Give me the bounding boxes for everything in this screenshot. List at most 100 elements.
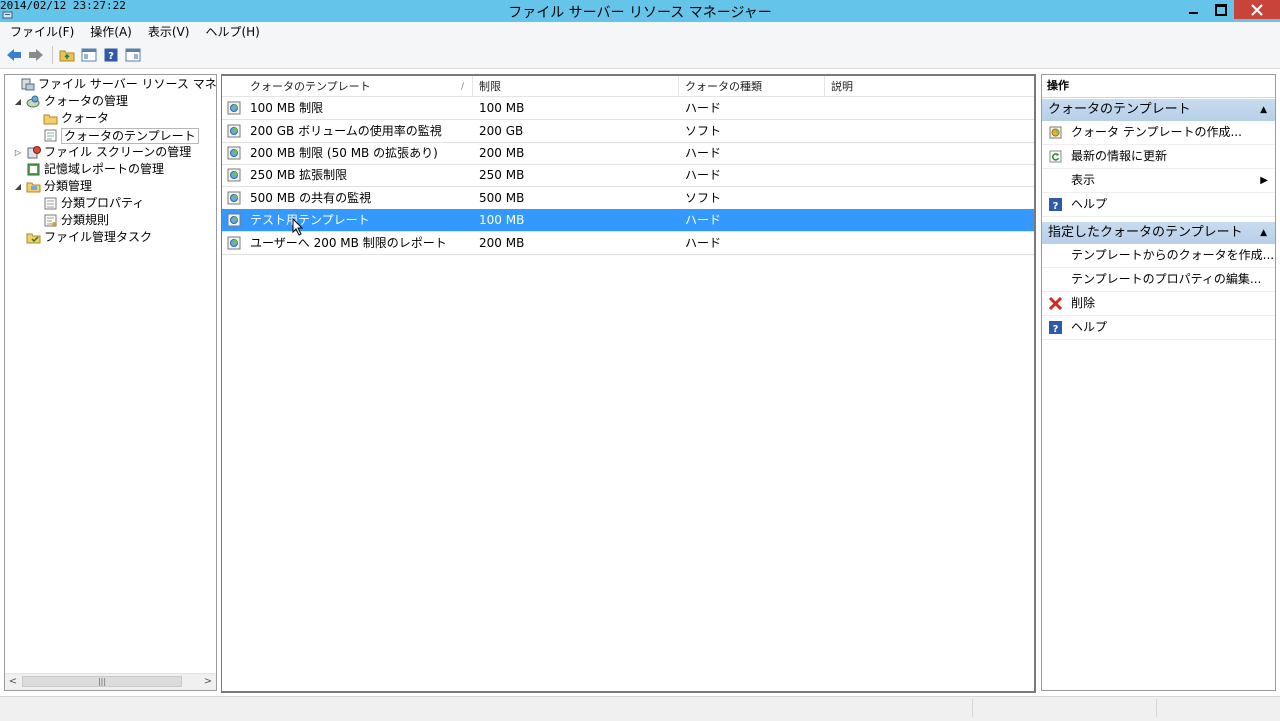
action-delete[interactable]: 削除 xyxy=(1042,292,1275,316)
template-type: ハード xyxy=(685,236,722,250)
tree-file-screen-label: ファイル スクリーンの管理 xyxy=(44,145,192,159)
scroll-left-icon[interactable]: < xyxy=(5,674,21,690)
tree-storage-reports[interactable]: 記憶域レポートの管理 xyxy=(13,161,164,178)
horizontal-scrollbar[interactable]: < ||| > xyxy=(5,673,216,690)
minimize-button[interactable] xyxy=(1180,0,1207,19)
actions-section-title: 指定したクォータのテンプレート xyxy=(1048,225,1243,240)
template-name: 200 MB 制限 (50 MB の拡張あり) xyxy=(250,146,438,160)
actions-section-selected-template[interactable]: 指定したクォータのテンプレート ▲ xyxy=(1042,221,1275,244)
window-title: ファイル サーバー リソース マネージャー xyxy=(508,5,772,21)
tree-file-management-tasks[interactable]: ファイル管理タスク xyxy=(13,229,152,246)
svg-text:?: ? xyxy=(1053,201,1059,212)
show-hide-tree-button[interactable] xyxy=(79,45,99,65)
action-label: 表示 xyxy=(1071,173,1096,187)
up-folder-button[interactable] xyxy=(57,45,77,65)
template-limit: 100 MB xyxy=(479,213,525,227)
close-button[interactable] xyxy=(1234,0,1280,19)
action-pane-button[interactable] xyxy=(123,45,143,65)
action-help-selected[interactable]: ? ヘルプ xyxy=(1042,316,1275,340)
submenu-arrow-icon: ▶ xyxy=(1260,175,1268,186)
table-row[interactable]: 500 MB の共有の監視 500 MB ソフト xyxy=(222,187,1034,210)
scroll-thumb[interactable]: ||| xyxy=(22,676,182,687)
file-screen-icon xyxy=(27,146,41,159)
action-label: テンプレートのプロパティの編集... xyxy=(1071,272,1262,286)
template-type: ソフト xyxy=(685,191,722,205)
classification-icon xyxy=(26,182,41,193)
template-name: 100 MB 制限 xyxy=(250,101,324,115)
delete-icon xyxy=(1048,296,1063,311)
collapse-caret-icon[interactable]: ▲ xyxy=(1260,222,1267,244)
tree-root-label: ファイル サーバー リソース マネージャー (ロ- xyxy=(38,77,216,91)
quota-management-icon xyxy=(26,95,40,108)
tree-classification[interactable]: ◢ 分類管理 xyxy=(13,178,92,195)
quota-folder-icon xyxy=(43,114,58,125)
tree-quota-templates-label: クォータのテンプレート xyxy=(61,127,199,144)
collapse-arrow-icon[interactable]: ◢ xyxy=(13,93,23,110)
back-button[interactable] xyxy=(4,45,24,65)
minimize-icon xyxy=(1189,11,1198,14)
action-label: ヘルプ xyxy=(1071,197,1108,211)
help-icon: ? xyxy=(1049,198,1062,212)
tree-quota-management[interactable]: ◢ クォータの管理 xyxy=(13,93,128,110)
scroll-right-icon[interactable]: > xyxy=(200,674,216,690)
template-name: テスト用テンプレート xyxy=(250,213,370,227)
column-header-template[interactable]: クォータのテンプレート / xyxy=(244,76,473,96)
menu-help[interactable]: ヘルプ(H) xyxy=(197,22,267,42)
template-name: 250 MB 拡張制限 xyxy=(250,168,348,182)
template-type: ハード xyxy=(685,168,722,182)
help-button[interactable]: ? xyxy=(101,45,121,65)
tree-storage-reports-label: 記憶域レポートの管理 xyxy=(44,162,165,176)
column-header-row: クォータのテンプレート / 制限 クォータの種類 説明 xyxy=(222,76,1034,97)
collapse-arrow-icon[interactable]: ◢ xyxy=(13,178,23,195)
storage-report-icon xyxy=(27,163,40,176)
tree-quota-templates[interactable]: クォータのテンプレート xyxy=(30,127,199,144)
quota-template-icon xyxy=(227,124,241,138)
quota-template-icon xyxy=(227,191,241,205)
menu-action[interactable]: 操作(A) xyxy=(82,22,140,42)
template-type: ハード xyxy=(685,101,722,115)
column-header-quota-type[interactable]: クォータの種類 xyxy=(679,76,825,96)
action-help[interactable]: ? ヘルプ xyxy=(1042,193,1275,217)
forward-button[interactable] xyxy=(26,45,46,65)
expand-arrow-icon[interactable]: ▷ xyxy=(13,144,23,161)
template-limit: 200 MB xyxy=(479,236,525,250)
template-name: 200 GB ボリュームの使用率の監視 xyxy=(250,124,442,138)
collapse-caret-icon[interactable]: ▲ xyxy=(1260,99,1267,121)
action-label: 削除 xyxy=(1071,296,1096,310)
quota-template-icon xyxy=(227,213,241,227)
restore-button[interactable] xyxy=(1207,0,1234,19)
menu-view[interactable]: 表示(V) xyxy=(140,22,198,42)
action-create-quota-from-template[interactable]: テンプレートからのクォータを作成... xyxy=(1042,244,1275,268)
tree-classification-properties[interactable]: 分類プロパティ xyxy=(30,195,144,212)
actions-pane: 操作 クォータのテンプレート ▲ クォータ テンプレートの作成... 最新の情報… xyxy=(1041,74,1276,691)
tree-quota[interactable]: クォータ xyxy=(30,110,109,127)
tree-classification-rules[interactable]: 分類規則 xyxy=(30,212,109,229)
table-row[interactable]: 200 MB 制限 (50 MB の拡張あり) 200 MB ハード xyxy=(222,142,1034,165)
action-create-template[interactable]: クォータ テンプレートの作成... xyxy=(1042,121,1275,145)
table-row[interactable]: 200 GB ボリュームの使用率の監視 200 GB ソフト xyxy=(222,120,1034,143)
table-row[interactable]: 250 MB 拡張制限 250 MB ハード xyxy=(222,164,1034,187)
menu-bar: ファイル(F) 操作(A) 表示(V) ヘルプ(H) xyxy=(0,22,1280,42)
menu-file[interactable]: ファイル(F) xyxy=(0,22,82,42)
table-row[interactable]: 100 MB 制限 100 MB ハード xyxy=(222,97,1034,120)
template-limit: 500 MB xyxy=(479,191,525,205)
tree-root[interactable]: ファイル サーバー リソース マネージャー (ロ- xyxy=(7,76,216,93)
column-header-limit[interactable]: 制限 xyxy=(473,76,679,96)
toolbar-separator xyxy=(52,46,53,64)
tree-file-screen[interactable]: ▷ ファイル スクリーンの管理 xyxy=(13,144,191,161)
action-label: テンプレートからのクォータを作成... xyxy=(1071,248,1275,262)
tree-classification-rules-label: 分類規則 xyxy=(61,213,110,227)
action-view[interactable]: 表示 ▶ xyxy=(1042,169,1275,193)
action-refresh[interactable]: 最新の情報に更新 xyxy=(1042,145,1275,169)
tree-quota-label: クォータ xyxy=(61,111,110,125)
table-row-selected[interactable]: テスト用テンプレート 100 MB ハード xyxy=(222,209,1034,236)
status-divider xyxy=(972,699,973,717)
tree-classification-label: 分類管理 xyxy=(44,179,93,193)
action-edit-template-properties[interactable]: テンプレートのプロパティの編集... xyxy=(1042,268,1275,292)
folder-up-icon xyxy=(59,50,75,62)
column-header-description[interactable]: 説明 xyxy=(825,76,1033,96)
quota-template-icon xyxy=(227,168,241,182)
table-row[interactable]: ユーザーへ 200 MB 制限のレポート 200 MB ハード xyxy=(222,232,1034,255)
actions-section-quota-templates[interactable]: クォータのテンプレート ▲ xyxy=(1042,98,1275,121)
tree-file-management-tasks-label: ファイル管理タスク xyxy=(44,230,153,244)
